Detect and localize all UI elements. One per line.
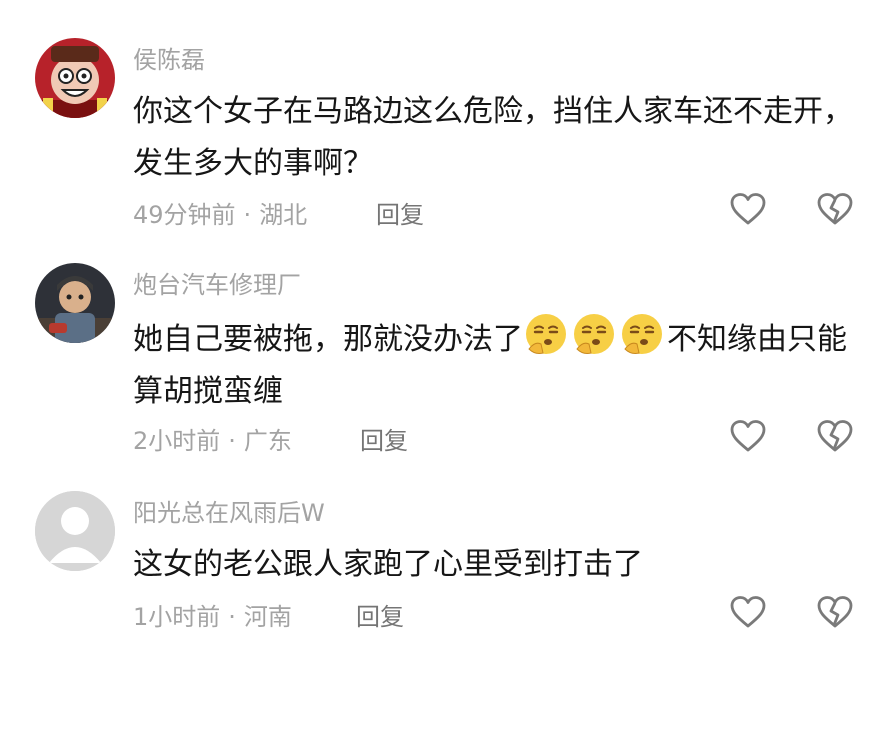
- avatar[interactable]: [35, 263, 115, 343]
- heart-icon[interactable]: [729, 192, 767, 226]
- comment-location: 河南: [243, 603, 292, 631]
- comment-item: 炮台汽车修理厂 她自己要被拖，那就没办法了 不知缘由只能算胡搅蛮缠 2小时前 ·…: [0, 263, 896, 503]
- username[interactable]: 阳光总在风雨后W: [133, 493, 325, 528]
- broken-heart-icon[interactable]: [816, 595, 854, 629]
- comment-item: 侯陈磊 你这个女子在马路边这么危险，挡住人家车还不走开，发生多大的事啊？ 49分…: [0, 38, 896, 278]
- comment-text: 这女的老公跟人家跑了心里受到打击了: [133, 547, 643, 582]
- reply-button[interactable]: 回复: [360, 421, 408, 456]
- comment-location: 广东: [243, 427, 292, 455]
- broken-heart-icon[interactable]: [816, 419, 854, 453]
- separator-dot: ·: [243, 201, 252, 229]
- separator-dot: ·: [228, 427, 236, 455]
- username[interactable]: 炮台汽车修理厂: [133, 265, 301, 300]
- heart-icon[interactable]: [729, 595, 767, 629]
- comment-time: 49分钟前: [133, 201, 236, 229]
- comment-text: 你这个女子在马路边这么危险，挡住人家车还不走开，发生多大的事啊？: [133, 94, 853, 181]
- avatar[interactable]: [35, 38, 115, 118]
- comment-time: 2小时前: [133, 427, 221, 455]
- comment-time: 1小时前: [133, 603, 221, 631]
- comment-meta: 49分钟前 · 湖北: [133, 195, 307, 230]
- reply-button[interactable]: 回复: [376, 195, 424, 230]
- reply-button[interactable]: 回复: [356, 597, 404, 632]
- thinking-face-emoji: [526, 314, 566, 354]
- heart-icon[interactable]: [729, 419, 767, 453]
- username[interactable]: 侯陈磊: [133, 40, 205, 75]
- comment-meta: 1小时前 · 河南: [133, 597, 292, 632]
- thinking-face-emoji: [574, 314, 614, 354]
- thinking-face-emoji: [622, 314, 662, 354]
- avatar[interactable]: [35, 491, 115, 571]
- comment-text: 她自己要被拖，那就没办法了 不知缘由只能算胡搅蛮缠: [133, 311, 873, 418]
- comment-location: 湖北: [259, 201, 308, 229]
- comment-item: 阳光总在风雨后W 这女的老公跟人家跑了心里受到打击了 1小时前 · 河南 回复: [0, 491, 896, 731]
- broken-heart-icon[interactable]: [816, 192, 854, 226]
- separator-dot: ·: [228, 603, 236, 631]
- comment-meta: 2小时前 · 广东: [133, 421, 292, 456]
- comment-text-part: 她自己要被拖，那就没办法了: [133, 322, 523, 357]
